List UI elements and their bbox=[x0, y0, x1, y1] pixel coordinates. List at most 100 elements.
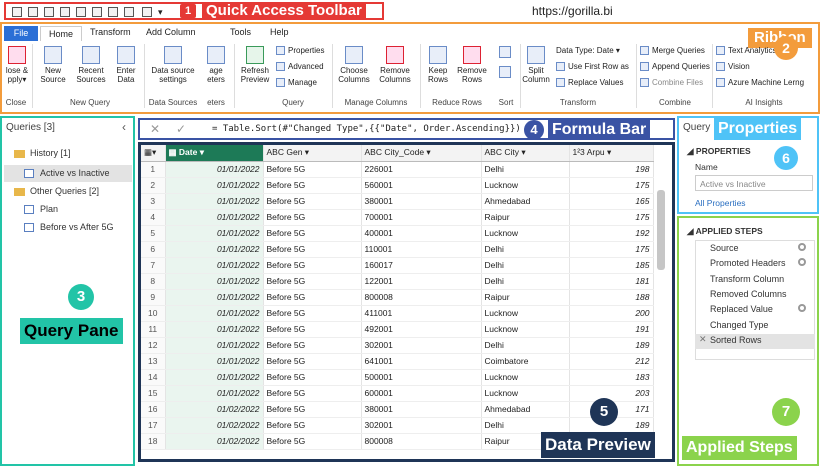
vision-button[interactable]: Vision bbox=[716, 62, 750, 72]
cell-arpu[interactable]: 189 bbox=[569, 337, 654, 354]
cell-date[interactable]: 01/01/2022 bbox=[165, 209, 264, 226]
cell-city[interactable]: Lucknow bbox=[481, 177, 570, 194]
collapse-pane-icon[interactable]: ‹ bbox=[122, 120, 126, 134]
cell-arpu[interactable]: 175 bbox=[569, 177, 654, 194]
cell-city[interactable]: Lucknow bbox=[481, 369, 570, 386]
cell-city-code[interactable]: 122001 bbox=[361, 273, 482, 290]
split-column-button[interactable]: Split Column bbox=[522, 46, 550, 84]
copy-icon[interactable] bbox=[44, 7, 54, 17]
cell-arpu[interactable]: 185 bbox=[569, 257, 654, 274]
query-name-input[interactable]: Active vs Inactive bbox=[695, 175, 813, 191]
table-row[interactable]: 17 01/02/2022 Before 5G 302001 Delhi 189 bbox=[141, 417, 654, 434]
cell-city[interactable]: Ahmedabad bbox=[481, 193, 570, 210]
cell-date[interactable]: 01/01/2022 bbox=[165, 337, 264, 354]
table-row[interactable]: 9 01/01/2022 Before 5G 800008 Raipur 188 bbox=[141, 289, 654, 306]
cell-city-code[interactable]: 800008 bbox=[361, 433, 482, 450]
table-row[interactable]: 15 01/01/2022 Before 5G 600001 Lucknow 203 bbox=[141, 385, 654, 402]
paste-icon[interactable] bbox=[60, 7, 70, 17]
table-icon[interactable] bbox=[76, 7, 86, 17]
close-apply-button[interactable]: lose & pply▾ bbox=[2, 46, 32, 84]
table-row[interactable]: 12 01/01/2022 Before 5G 302001 Delhi 189 bbox=[141, 337, 654, 354]
cell-city-code[interactable]: 560001 bbox=[361, 177, 482, 194]
cell-date[interactable]: 01/01/2022 bbox=[165, 177, 264, 194]
keep-rows-button[interactable]: Keep Rows bbox=[424, 46, 452, 84]
cell-city-code[interactable]: 110001 bbox=[361, 241, 482, 258]
cell-gen[interactable]: Before 5G bbox=[263, 353, 362, 370]
cell-city-code[interactable]: 160017 bbox=[361, 257, 482, 274]
column-header-city-code[interactable]: ABC City_Code ▾ bbox=[361, 145, 482, 162]
cell-gen[interactable]: Before 5G bbox=[263, 401, 362, 418]
new-icon[interactable] bbox=[28, 7, 38, 17]
tab-home[interactable]: Home bbox=[40, 26, 82, 41]
cell-arpu[interactable]: 203 bbox=[569, 385, 654, 402]
query-folder-history[interactable]: History [1] bbox=[14, 148, 71, 158]
cell-city-code[interactable]: 500001 bbox=[361, 369, 482, 386]
cell-city-code[interactable]: 411001 bbox=[361, 305, 482, 322]
tab-transform[interactable]: Transform bbox=[90, 27, 131, 37]
tab-add-column[interactable]: Add Column bbox=[146, 27, 196, 37]
cell-city[interactable]: Delhi bbox=[481, 257, 570, 274]
cell-gen[interactable]: Before 5G bbox=[263, 225, 362, 242]
query-item-before-vs-after[interactable]: Before vs After 5G bbox=[24, 222, 114, 233]
tab-file[interactable]: File bbox=[4, 26, 38, 41]
table-row[interactable]: 2 01/01/2022 Before 5G 560001 Lucknow 175 bbox=[141, 177, 654, 194]
cell-arpu[interactable]: 181 bbox=[569, 273, 654, 290]
cell-gen[interactable]: Before 5G bbox=[263, 369, 362, 386]
cell-date[interactable]: 01/01/2022 bbox=[165, 385, 264, 402]
cell-gen[interactable]: Before 5G bbox=[263, 305, 362, 322]
cell-date[interactable]: 01/01/2022 bbox=[165, 161, 264, 178]
refresh-icon[interactable] bbox=[108, 7, 118, 17]
cell-gen[interactable]: Before 5G bbox=[263, 417, 362, 434]
cell-gen[interactable]: Before 5G bbox=[263, 273, 362, 290]
remove-rows-button[interactable]: Remove Rows bbox=[456, 46, 488, 84]
cell-gen[interactable]: Before 5G bbox=[263, 385, 362, 402]
columns-icon[interactable] bbox=[92, 7, 102, 17]
gear-icon[interactable] bbox=[798, 258, 806, 266]
gear-icon[interactable] bbox=[798, 304, 806, 312]
step-sorted-rows[interactable]: Sorted Rows bbox=[710, 335, 762, 345]
column-header-date[interactable]: ▦ Date ▾ bbox=[165, 145, 264, 162]
step-promoted-headers[interactable]: Promoted Headers bbox=[710, 258, 786, 268]
sort-ascending-button[interactable] bbox=[496, 46, 514, 60]
table-row[interactable]: 8 01/01/2022 Before 5G 122001 Delhi 181 bbox=[141, 273, 654, 290]
cell-city-code[interactable]: 800008 bbox=[361, 289, 482, 306]
table-corner-menu[interactable]: ▦▾ bbox=[141, 145, 166, 162]
formula-input[interactable]: = Table.Sort(#"Changed Type",{{"Date", O… bbox=[212, 124, 521, 134]
cell-date[interactable]: 01/01/2022 bbox=[165, 289, 264, 306]
cell-city[interactable]: Delhi bbox=[481, 337, 570, 354]
cell-gen[interactable]: Before 5G bbox=[263, 337, 362, 354]
step-transform-column[interactable]: Transform Column bbox=[710, 274, 784, 284]
sort-descending-button[interactable] bbox=[496, 66, 514, 80]
cell-city[interactable]: Delhi bbox=[481, 241, 570, 258]
cell-date[interactable]: 01/01/2022 bbox=[165, 369, 264, 386]
use-first-row-button[interactable]: Use First Row as bbox=[556, 62, 629, 72]
cell-city[interactable]: Lucknow bbox=[481, 305, 570, 322]
table-row[interactable]: 10 01/01/2022 Before 5G 411001 Lucknow 200 bbox=[141, 305, 654, 322]
table-row[interactable]: 7 01/01/2022 Before 5G 160017 Delhi 185 bbox=[141, 257, 654, 274]
cell-arpu[interactable]: 175 bbox=[569, 241, 654, 258]
cell-gen[interactable]: Before 5G bbox=[263, 241, 362, 258]
commit-icon[interactable]: ✓ bbox=[176, 122, 186, 136]
cell-city-code[interactable]: 380001 bbox=[361, 193, 482, 210]
cell-city[interactable]: Raipur bbox=[481, 209, 570, 226]
cell-city[interactable]: Ahmedabad bbox=[481, 401, 570, 418]
cell-date[interactable]: 01/01/2022 bbox=[165, 353, 264, 370]
cell-date[interactable]: 01/01/2022 bbox=[165, 305, 264, 322]
tab-help[interactable]: Help bbox=[270, 27, 289, 37]
cell-city[interactable]: Lucknow bbox=[481, 385, 570, 402]
cell-city[interactable]: Delhi bbox=[481, 161, 570, 178]
step-removed-columns[interactable]: Removed Columns bbox=[710, 289, 787, 299]
replace-values-button[interactable]: Replace Values bbox=[556, 78, 623, 88]
cell-gen[interactable]: Before 5G bbox=[263, 321, 362, 338]
cell-gen[interactable]: Before 5G bbox=[263, 433, 362, 450]
cell-city-code[interactable]: 641001 bbox=[361, 353, 482, 370]
cell-city-code[interactable]: 492001 bbox=[361, 321, 482, 338]
cell-arpu[interactable]: 188 bbox=[569, 289, 654, 306]
customize-icon[interactable] bbox=[142, 7, 152, 17]
cell-gen[interactable]: Before 5G bbox=[263, 289, 362, 306]
cell-arpu[interactable]: 192 bbox=[569, 225, 654, 242]
cell-date[interactable]: 01/01/2022 bbox=[165, 273, 264, 290]
cell-date[interactable]: 01/01/2022 bbox=[165, 193, 264, 210]
step-changed-type[interactable]: Changed Type bbox=[710, 320, 768, 330]
cell-arpu[interactable]: 191 bbox=[569, 321, 654, 338]
